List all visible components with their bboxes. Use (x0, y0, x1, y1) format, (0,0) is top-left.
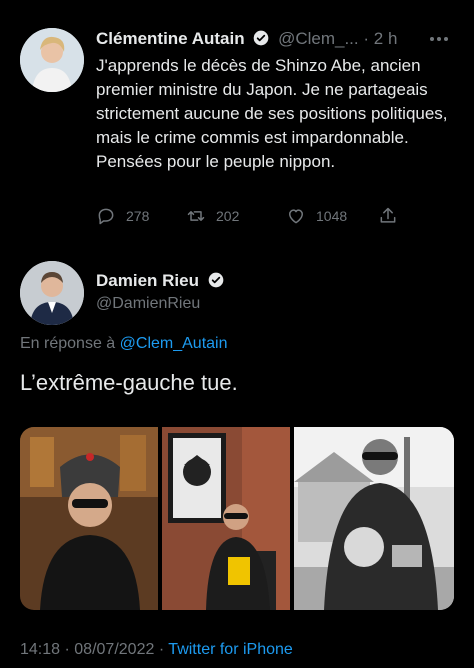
share-button[interactable] (378, 206, 408, 226)
footer-separator: · (64, 641, 70, 658)
main-author-line: Damien Rieu (96, 271, 224, 291)
reply-prefix: En réponse à (20, 335, 116, 352)
retweet-button[interactable]: 202 (186, 206, 286, 226)
reply-count: 278 (126, 208, 150, 224)
avatar-clementine[interactable] (20, 28, 84, 92)
photo-3[interactable] (294, 427, 454, 610)
reply-button[interactable]: 278 (96, 206, 186, 226)
context-tweet-actions: 278 202 1048 (96, 206, 416, 226)
tweet-time[interactable]: 2 h (374, 29, 398, 48)
main-author-handle[interactable]: @DamienRieu (96, 295, 200, 313)
author-line: Clémentine Autain @Clem_... · 2 h (96, 29, 397, 49)
verified-badge-icon (208, 272, 224, 288)
avatar-image-damien (20, 261, 84, 325)
main-author-name[interactable]: Damien Rieu (96, 271, 199, 290)
like-button[interactable]: 1048 (286, 206, 378, 226)
verified-badge-icon (254, 30, 269, 46)
avatar-damien[interactable] (20, 261, 84, 325)
reply-icon (98, 208, 114, 225)
author-handle[interactable]: @Clem_... (278, 29, 359, 48)
reply-to-handle[interactable]: @Clem_Autain (120, 335, 228, 352)
photo-1[interactable] (20, 427, 158, 610)
tweet-footer: 14:18 · 08/07/2022 · Twitter for iPhone (20, 641, 293, 659)
more-dots-icon[interactable] (428, 32, 450, 46)
tweet-date[interactable]: 08/07/2022 (74, 641, 154, 658)
context-tweet-text: J'apprends le décès de Shinzo Abe, ancie… (96, 56, 448, 171)
avatar-image-clementine (20, 28, 84, 92)
media-grid (20, 427, 454, 610)
main-tweet-text: L’extrême-gauche tue. (20, 370, 238, 395)
like-count: 1048 (316, 208, 348, 224)
author-name[interactable]: Clémentine Autain (96, 29, 245, 48)
photo-2[interactable] (162, 427, 290, 610)
retweet-icon (187, 211, 205, 221)
footer-separator: · (158, 641, 165, 658)
separator: · (363, 29, 370, 48)
tweet-source[interactable]: Twitter for iPhone (168, 641, 293, 658)
tweet-time[interactable]: 14:18 (20, 641, 60, 658)
heart-icon (289, 209, 303, 224)
reply-to-line: En réponse à @Clem_Autain (20, 335, 227, 353)
share-icon (380, 207, 396, 223)
retweet-count: 202 (216, 208, 240, 224)
